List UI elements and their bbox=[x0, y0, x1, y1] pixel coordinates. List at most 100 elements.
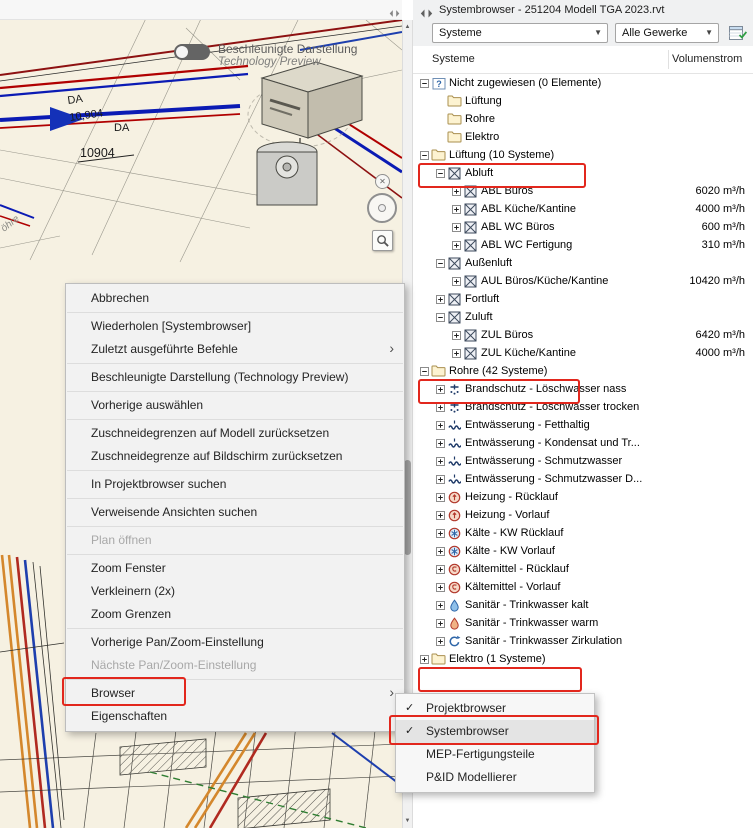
expand-icon[interactable] bbox=[451, 241, 462, 250]
submenu-item-projektbrowser[interactable]: ✓Projektbrowser bbox=[396, 697, 594, 720]
expand-icon[interactable] bbox=[435, 565, 446, 574]
menu-item-abbrechen[interactable]: Abbrechen bbox=[66, 287, 404, 310]
browser-settings-button[interactable] bbox=[727, 24, 749, 43]
menu-item-verkleinern-2x[interactable]: Verkleinern (2x) bbox=[66, 580, 404, 603]
tree-row-aul-büros-küche-kantine[interactable]: AUL Büros/Küche/Kantine10420 m³/h bbox=[413, 272, 753, 290]
menu-item-zuschneidegrenze-auf-bildschirm-zurücksetzen[interactable]: Zuschneidegrenze auf Bildschirm zurückse… bbox=[66, 445, 404, 468]
expand-icon[interactable] bbox=[435, 637, 446, 646]
tree-item-label: Kälte - KW Vorlauf bbox=[465, 545, 555, 557]
expand-icon[interactable] bbox=[451, 331, 462, 340]
menu-item-zoom-fenster[interactable]: Zoom Fenster bbox=[66, 557, 404, 580]
tree-row-zul-küche-kantine[interactable]: ZUL Küche/Kantine4000 m³/h bbox=[413, 344, 753, 362]
menu-item-zoom-grenzen[interactable]: Zoom Grenzen bbox=[66, 603, 404, 626]
tree-row-entwässerung-schmutzwasser-d[interactable]: Entwässerung - Schmutzwasser D... bbox=[413, 470, 753, 488]
tree-row-abl-wc-fertigung[interactable]: ABL WC Fertigung310 m³/h bbox=[413, 236, 753, 254]
expand-icon[interactable] bbox=[451, 349, 462, 358]
tree-row-sanitär-trinkwasser-warm[interactable]: Sanitär - Trinkwasser warm bbox=[413, 614, 753, 632]
steering-wheel-control[interactable] bbox=[367, 193, 397, 223]
expand-icon[interactable] bbox=[435, 583, 446, 592]
tree-row-nicht-zugewiesen-0-elemente[interactable]: ?Nicht zugewiesen (0 Elemente) bbox=[413, 74, 753, 92]
flow-value: 600 m³/h bbox=[702, 221, 753, 233]
expand-icon[interactable] bbox=[435, 385, 446, 394]
submenu-item-systembrowser[interactable]: ✓Systembrowser bbox=[396, 720, 594, 743]
expand-icon[interactable] bbox=[435, 601, 446, 610]
tree-row-kälte-kw-rücklauf[interactable]: Kälte - KW Rücklauf bbox=[413, 524, 753, 542]
zoom-tool-button[interactable] bbox=[372, 230, 393, 251]
tree-row-lüftung[interactable]: Lüftung bbox=[413, 92, 753, 110]
tree-row-brandschutz-löschwasser-trocken[interactable]: Brandschutz - Löschwasser trocken bbox=[413, 398, 753, 416]
expand-icon[interactable] bbox=[419, 655, 430, 664]
menu-item-zuletzt-ausgeführte-befehle[interactable]: Zuletzt ausgeführte Befehle› bbox=[66, 338, 404, 361]
expand-icon[interactable] bbox=[435, 439, 446, 448]
menu-item-verweisende-ansichten-suchen[interactable]: Verweisende Ansichten suchen bbox=[66, 501, 404, 524]
tree-row-entwässerung-schmutzwasser[interactable]: Entwässerung - Schmutzwasser bbox=[413, 452, 753, 470]
submenu-item-mep-fertigungsteile[interactable]: MEP-Fertigungsteile bbox=[396, 743, 594, 766]
view-dropdown[interactable]: Systeme ▼ bbox=[432, 23, 608, 43]
tree-row-kältemittel-rücklauf[interactable]: Kältemittel - Rücklauf bbox=[413, 560, 753, 578]
expand-icon[interactable] bbox=[435, 619, 446, 628]
expand-icon[interactable] bbox=[435, 511, 446, 520]
tree-item-label: ZUL Büros bbox=[481, 329, 533, 341]
tree-row-abl-büros[interactable]: ABL Büros6020 m³/h bbox=[413, 182, 753, 200]
tree-row-rohre-42-systeme[interactable]: Rohre (42 Systeme) bbox=[413, 362, 753, 380]
expand-icon[interactable] bbox=[435, 547, 446, 556]
tree-row-sanitär-trinkwasser-zirkulation[interactable]: Sanitär - Trinkwasser Zirkulation bbox=[413, 632, 753, 650]
collapse-icon[interactable] bbox=[435, 259, 446, 268]
tree-row-rohre[interactable]: Rohre bbox=[413, 110, 753, 128]
tree-row-abl-küche-kantine[interactable]: ABL Küche/Kantine4000 m³/h bbox=[413, 200, 753, 218]
tree-row-brandschutz-löschwasser-nass[interactable]: Brandschutz - Löschwasser nass bbox=[413, 380, 753, 398]
tree-row-zuluft[interactable]: Zuluft bbox=[413, 308, 753, 326]
collapse-icon[interactable] bbox=[419, 151, 430, 160]
tree-row-kältemittel-vorlauf[interactable]: Kältemittel - Vorlauf bbox=[413, 578, 753, 596]
tree-row-elektro-1-systeme[interactable]: Elektro (1 Systeme) bbox=[413, 650, 753, 668]
tree-item-label: Sanitär - Trinkwasser Zirkulation bbox=[465, 635, 622, 647]
menu-item-beschleunigte-darstellung-technology-preview[interactable]: Beschleunigte Darstellung (Technology Pr… bbox=[66, 366, 404, 389]
discipline-dropdown[interactable]: Alle Gewerke ▼ bbox=[615, 23, 719, 43]
folder-icon bbox=[430, 149, 447, 161]
scrollbar-thumb[interactable] bbox=[404, 460, 411, 555]
tree-row-elektro[interactable]: Elektro bbox=[413, 128, 753, 146]
collapse-icon[interactable] bbox=[435, 169, 446, 178]
collapse-icon[interactable] bbox=[419, 367, 430, 376]
tree-row-entwässerung-kondensat-und-tr[interactable]: Entwässerung - Kondensat und Tr... bbox=[413, 434, 753, 452]
tree-row-lüftung-10-systeme[interactable]: Lüftung (10 Systeme) bbox=[413, 146, 753, 164]
tree-row-sanitär-trinkwasser-kalt[interactable]: Sanitär - Trinkwasser kalt bbox=[413, 596, 753, 614]
tree-row-entwässerung-fetthaltig[interactable]: Entwässerung - Fetthaltig bbox=[413, 416, 753, 434]
expand-icon[interactable] bbox=[435, 403, 446, 412]
scroll-up-icon[interactable]: ▲ bbox=[403, 24, 412, 30]
tree-row-außenluft[interactable]: Außenluft bbox=[413, 254, 753, 272]
collapse-icon[interactable] bbox=[419, 79, 430, 88]
tree-row-fortluft[interactable]: Fortluft bbox=[413, 290, 753, 308]
expand-icon[interactable] bbox=[435, 493, 446, 502]
menu-item-vorherige-auswählen[interactable]: Vorherige auswählen bbox=[66, 394, 404, 417]
technology-preview-toggle[interactable] bbox=[174, 44, 210, 60]
close-icon[interactable]: ✕ bbox=[375, 174, 390, 189]
systembrowser-titlebar[interactable]: Systembrowser - 251204 Modell TGA 2023.r… bbox=[413, 0, 753, 20]
collapse-icon[interactable] bbox=[435, 313, 446, 322]
tree-row-abluft[interactable]: Abluft bbox=[413, 164, 753, 182]
menu-item-eigenschaften[interactable]: Eigenschaften bbox=[66, 705, 404, 728]
expand-icon[interactable] bbox=[451, 205, 462, 214]
expand-icon[interactable] bbox=[435, 295, 446, 304]
menu-item-zuschneidegrenzen-auf-modell-zurücksetzen[interactable]: Zuschneidegrenzen auf Modell zurücksetze… bbox=[66, 422, 404, 445]
tree-row-kälte-kw-vorlauf[interactable]: Kälte - KW Vorlauf bbox=[413, 542, 753, 560]
expand-icon[interactable] bbox=[451, 277, 462, 286]
expand-icon[interactable] bbox=[435, 529, 446, 538]
tree-row-heizung-rücklauf[interactable]: Heizung - Rücklauf bbox=[413, 488, 753, 506]
menu-item-wiederholen-systembrowser[interactable]: Wiederholen [Systembrowser] bbox=[66, 315, 404, 338]
menu-item-browser[interactable]: Browser› bbox=[66, 682, 404, 705]
expand-icon[interactable] bbox=[451, 187, 462, 196]
tree-row-heizung-vorlauf[interactable]: Heizung - Vorlauf bbox=[413, 506, 753, 524]
submenu-item-p-id-modellierer[interactable]: P&ID Modellierer bbox=[396, 766, 594, 789]
menu-item-in-projektbrowser-suchen[interactable]: In Projektbrowser suchen bbox=[66, 473, 404, 496]
expand-icon[interactable] bbox=[451, 223, 462, 232]
expand-icon[interactable] bbox=[435, 457, 446, 466]
expand-icon[interactable] bbox=[435, 421, 446, 430]
expand-icon[interactable] bbox=[435, 475, 446, 484]
tree-row-abl-wc-büros[interactable]: ABL WC Büros600 m³/h bbox=[413, 218, 753, 236]
menu-item-label: Zuletzt ausgeführte Befehle bbox=[91, 342, 238, 356]
heat-icon bbox=[446, 491, 463, 504]
scroll-down-icon[interactable]: ▼ bbox=[403, 818, 412, 824]
menu-item-vorherige-pan-zoom-einstellung[interactable]: Vorherige Pan/Zoom-Einstellung bbox=[66, 631, 404, 654]
tree-row-zul-büros[interactable]: ZUL Büros6420 m³/h bbox=[413, 326, 753, 344]
